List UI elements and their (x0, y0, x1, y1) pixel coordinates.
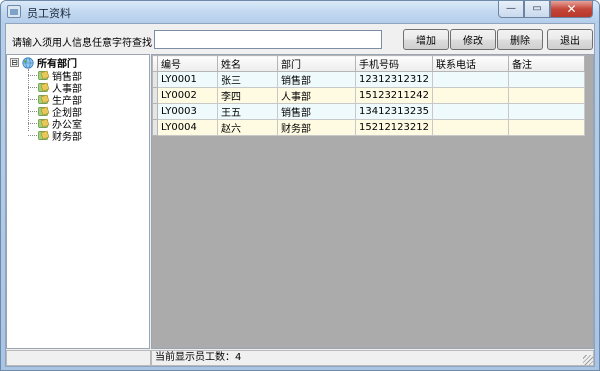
department-icon (38, 118, 50, 128)
minimize-button[interactable]: — (498, 1, 524, 18)
cell-name[interactable]: 王五 (217, 103, 278, 120)
cell-mobile[interactable]: 12312312312 (355, 71, 433, 88)
app-icon (7, 5, 21, 18)
cell-remark[interactable] (508, 103, 585, 120)
tree-branch-line (28, 110, 37, 112)
department-icon (38, 70, 50, 80)
department-icon (38, 106, 50, 116)
status-panel-left (6, 350, 151, 366)
tree-branch-line (28, 98, 37, 100)
cell-mobile[interactable]: 15212123212 (355, 119, 433, 136)
employee-window: 员工资料 — ▭ ✕ 请输入须用人信息任意字符查找 增加 修改 删除 退出 ⊟ … (0, 0, 600, 371)
cell-department[interactable]: 财务部 (277, 119, 356, 136)
cell-department[interactable]: 销售部 (277, 71, 356, 88)
header-row: 编号 姓名 部门 手机号码 联系电话 备注 (152, 55, 585, 72)
department-icon (38, 82, 50, 92)
cell-phone[interactable] (432, 87, 509, 104)
cell-id[interactable]: LY0003 (157, 103, 218, 120)
cell-phone[interactable] (432, 71, 509, 88)
cell-id[interactable]: LY0002 (157, 87, 218, 104)
cell-mobile[interactable]: 15123211242 (355, 87, 433, 104)
tree-branch-line (28, 122, 37, 124)
cell-id[interactable]: LY0001 (157, 71, 218, 88)
column-header-id[interactable]: 编号 (157, 55, 218, 72)
title-bar[interactable]: 员工资料 — ▭ ✕ (1, 1, 599, 23)
edit-button[interactable]: 修改 (450, 29, 496, 50)
employee-count-status: 当前显示员工数：4 (151, 350, 594, 366)
maximize-button[interactable]: ▭ (524, 1, 550, 18)
exit-button[interactable]: 退出 (547, 29, 593, 50)
column-header-mobile[interactable]: 手机号码 (355, 55, 433, 72)
department-tree[interactable]: ⊟ 所有部门 销售部 人事部 生产部 企划部 办公室 财务部 (6, 54, 150, 349)
tree-item-finance[interactable]: 财务部 (28, 129, 82, 143)
employee-table: 编号 姓名 部门 手机号码 联系电话 备注 LY0001 张三 销售部 1231… (152, 55, 585, 136)
table-row[interactable]: LY0002 李四 人事部 15123211242 (152, 87, 585, 104)
column-header-department[interactable]: 部门 (277, 55, 356, 72)
tree-branch-line (28, 74, 37, 76)
cell-phone[interactable] (432, 119, 509, 136)
table-row[interactable]: LY0001 张三 销售部 12312312312 (152, 71, 585, 88)
cell-remark[interactable] (508, 119, 585, 136)
cell-name[interactable]: 张三 (217, 71, 278, 88)
employee-grid[interactable]: 编号 姓名 部门 手机号码 联系电话 备注 LY0001 张三 销售部 1231… (151, 54, 594, 349)
column-header-name[interactable]: 姓名 (217, 55, 278, 72)
collapse-icon[interactable]: ⊟ (10, 58, 19, 67)
delete-button[interactable]: 删除 (497, 29, 543, 50)
window-controls: — ▭ ✕ (498, 1, 593, 19)
cell-remark[interactable] (508, 87, 585, 104)
search-label: 请输入须用人信息任意字符查找 (12, 38, 152, 49)
cell-id[interactable]: LY0004 (157, 119, 218, 136)
globe-icon (22, 56, 34, 69)
column-header-remark[interactable]: 备注 (508, 55, 585, 72)
cell-department[interactable]: 人事部 (277, 87, 356, 104)
cell-name[interactable]: 赵六 (217, 119, 278, 136)
tree-branch-line (28, 134, 37, 136)
resize-grip-icon[interactable] (583, 355, 593, 365)
cell-name[interactable]: 李四 (217, 87, 278, 104)
client-area: 请输入须用人信息任意字符查找 增加 修改 删除 退出 ⊟ 所有部门 销售部 人事… (5, 23, 595, 367)
table-row[interactable]: LY0004 赵六 财务部 15212123212 (152, 119, 585, 136)
cell-department[interactable]: 销售部 (277, 103, 356, 120)
window-title: 员工资料 (27, 7, 71, 20)
cell-phone[interactable] (432, 103, 509, 120)
search-input[interactable] (154, 30, 382, 49)
cell-remark[interactable] (508, 71, 585, 88)
status-bar: 当前显示员工数：4 (6, 350, 594, 366)
tree-branch-line (28, 86, 37, 88)
close-button[interactable]: ✕ (550, 1, 593, 18)
department-icon (38, 130, 50, 140)
add-button[interactable]: 增加 (403, 29, 449, 50)
tree-item-label: 财务部 (52, 131, 82, 143)
department-icon (38, 94, 50, 104)
cell-mobile[interactable]: 13412313235 (355, 103, 433, 120)
column-header-phone[interactable]: 联系电话 (432, 55, 509, 72)
table-row[interactable]: LY0003 王五 销售部 13412313235 (152, 103, 585, 120)
